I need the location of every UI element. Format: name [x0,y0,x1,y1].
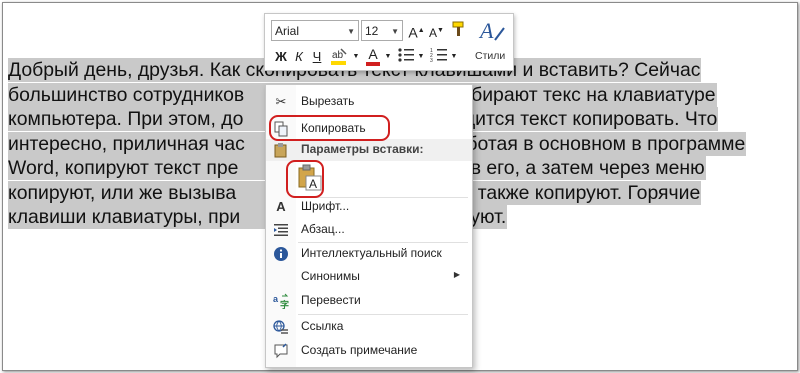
menu-item-label: Шрифт... [301,199,350,213]
text-fragment: водится текст копировать. Что [443,108,718,130]
font-name-combo[interactable]: Arial ▼ [271,20,359,41]
bold-icon: Ж [275,49,287,64]
menu-item-link[interactable]: Ссылка [266,316,472,338]
grow-font-icon: A [408,24,418,41]
chevron-down-icon: ▼ [450,53,458,60]
link-icon [273,319,289,335]
grow-font-button[interactable]: A▲ [408,21,425,41]
text-fragment: Word, копируют текст пре [8,157,239,179]
bullets-icon [398,48,414,62]
menu-item-font[interactable]: A Шрифт... [266,196,472,218]
styles-label: Стили [475,50,506,62]
text-fragment: клавиши клавиатуры, при [8,206,241,228]
info-icon [273,246,289,262]
text-fragment: елив его, а затем через меню [438,157,705,179]
text-fragment: Добрый день, друзья. Как [8,59,246,81]
shrink-font-icon: A [429,26,438,40]
menu-separator [298,314,468,315]
underline-icon: Ч [312,49,322,64]
chevron-down-icon: ▼ [347,27,355,36]
paragraph-icon [273,222,289,238]
submenu-arrow-icon: ▶ [453,270,460,279]
font-size-combo[interactable]: 12 ▼ [361,20,403,41]
menu-item-translate[interactable]: a字 Перевести [266,290,472,312]
menu-item-label: Перевести [301,293,361,307]
font-color-icon: A [368,46,378,62]
text-fragment: копируют, или же вызыва [8,181,237,204]
italic-button[interactable]: К [291,47,307,67]
font-color-button[interactable]: A [363,45,383,66]
text-fragment: интересно, приличная час [8,132,245,155]
highlight-button[interactable]: ab [329,45,351,65]
text-highlight-icon: ab [331,48,347,65]
highlight-dropdown[interactable]: ▼ [352,47,360,67]
paste-highlight-outline [286,160,324,198]
chevron-down-icon: ▼ [417,53,425,60]
font-size-value: 12 [365,24,379,38]
svg-text:字: 字 [280,299,289,309]
italic-icon: К [295,49,303,64]
styles-button[interactable]: A [477,16,507,46]
bold-button[interactable]: Ж [273,47,289,67]
shrink-font-button[interactable]: A▼ [428,21,445,41]
menu-item-label: Параметры вставки: [301,142,424,156]
underline-button[interactable]: Ч [309,47,325,67]
comment-icon [273,343,289,359]
chevron-down-icon: ▼ [384,53,392,60]
svg-text:A: A [478,18,494,43]
styles-icon: A [478,18,505,43]
menu-item-synonyms[interactable]: Синонимы ▶ [266,266,472,288]
menu-item-label: Вырезать [301,94,355,108]
chevron-down-icon: ▼ [352,53,360,60]
svg-text:3: 3 [430,58,433,64]
text-fragment: ю, и также копируют. Горячие [436,181,701,204]
copy-highlight-outline [269,115,390,141]
text-fragment: компьютера. При этом, до [8,108,244,130]
menu-item-cut[interactable]: ✂ Вырезать [266,91,472,113]
numbering-button[interactable]: 123 [428,45,450,65]
paste-options-header: Параметры вставки: [266,139,472,161]
bullets-button[interactable] [395,45,417,65]
numbering-icon: 123 [430,48,447,64]
translate-icon: a字 [273,293,289,310]
menu-item-label: Создать примечание [301,343,418,357]
svg-text:a: a [273,294,279,304]
bullets-dropdown[interactable]: ▼ [417,47,425,67]
menu-item-new-comment[interactable]: Создать примечание [266,340,472,362]
font-color-dropdown[interactable]: ▼ [384,47,392,67]
menu-item-label: Синонимы [301,269,360,283]
numbering-dropdown[interactable]: ▼ [450,47,458,67]
menu-item-label: Ссылка [301,319,344,333]
menu-item-paragraph[interactable]: Абзац... [266,219,472,241]
svg-text:ab: ab [332,50,344,61]
text-fragment: набирают текс на клавиатуре [449,83,716,106]
menu-item-label: Абзац... [301,222,345,236]
menu-item-label: Интеллектуальный поиск [301,246,442,260]
font-icon: A [276,199,286,214]
font-color-swatch [366,62,380,66]
scissors-icon: ✂ [275,94,287,109]
paste-icon [273,142,289,158]
menu-item-smart-lookup[interactable]: Интеллектуальный поиск [266,243,472,265]
text-fragment: большинство сотрудников [8,83,250,106]
font-name-value: Arial [275,24,300,38]
chevron-down-icon: ▼ [391,27,399,36]
format-painter-button[interactable] [449,20,469,40]
text-fragment: работая в основном в программе [444,132,746,155]
mini-toolbar: Arial ▼ 12 ▼ A▲ A▼ A Ж К Ч ab ▼ A ▼ ▼ 12… [264,13,514,71]
format-painter-icon [452,21,464,36]
